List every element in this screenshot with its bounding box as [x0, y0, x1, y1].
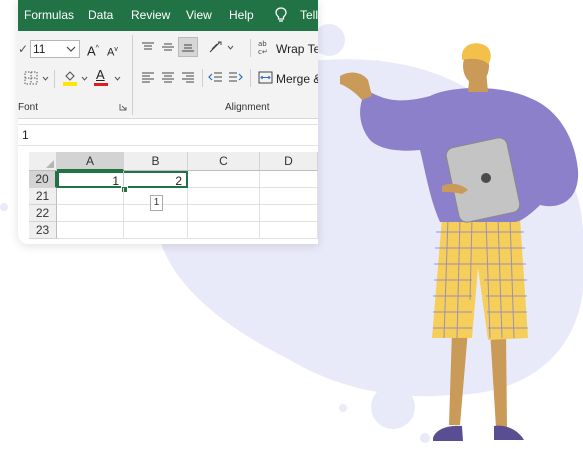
borders-icon[interactable]: [24, 71, 38, 85]
merge-center-icon[interactable]: [258, 71, 273, 84]
group-divider: [132, 35, 133, 115]
row-header-23[interactable]: 23: [29, 222, 57, 239]
cell-d23[interactable]: [260, 222, 318, 239]
align-left-icon[interactable]: [141, 71, 155, 83]
select-all-corner[interactable]: [29, 152, 57, 171]
cell-a20[interactable]: 1: [57, 171, 124, 188]
column-header-d[interactable]: D: [260, 152, 318, 171]
spreadsheet-grid: A B C D 20 21 22 23 1 2: [18, 152, 318, 244]
cell-c22[interactable]: [188, 205, 260, 222]
align-center-icon[interactable]: [161, 71, 175, 83]
row-header-21[interactable]: 21: [29, 188, 57, 205]
cell-b20[interactable]: 2: [124, 171, 188, 188]
column-header-a[interactable]: A: [57, 152, 124, 171]
bottom-align-button[interactable]: [178, 37, 198, 57]
menu-tell-me[interactable]: Tell: [300, 8, 318, 22]
lightbulb-icon[interactable]: [275, 7, 287, 23]
font-color-chevron-icon[interactable]: [114, 76, 121, 81]
cell-c21[interactable]: [188, 188, 260, 205]
shrink-font-button[interactable]: Av: [107, 43, 118, 60]
orientation-icon[interactable]: [208, 40, 224, 54]
row-header-22[interactable]: 22: [29, 205, 57, 222]
font-name-chevron[interactable]: ✓: [18, 42, 28, 56]
ribbon: ✓ 11 A^ Av A Font ab c↵ Wrap Te Merge & …: [18, 31, 318, 119]
cell-b23[interactable]: [124, 222, 188, 239]
cell-d21[interactable]: [260, 188, 318, 205]
svg-text:ab: ab: [258, 40, 267, 48]
merge-button[interactable]: Merge &: [276, 72, 318, 86]
column-header-b[interactable]: B: [124, 152, 188, 171]
cell-a22[interactable]: [57, 205, 124, 222]
bubble-small-1: [373, 60, 381, 68]
top-align-icon[interactable]: [141, 41, 155, 53]
font-dialog-launcher-icon[interactable]: [119, 103, 127, 111]
menu-review[interactable]: Review: [131, 8, 170, 22]
fill-color-chevron-icon[interactable]: [81, 76, 88, 81]
menu-formulas[interactable]: Formulas: [24, 8, 74, 22]
wrap-text-button[interactable]: Wrap Te: [276, 42, 318, 56]
font-size-select[interactable]: 11: [30, 40, 80, 58]
decrease-indent-icon[interactable]: [208, 71, 223, 83]
formula-bar[interactable]: 1: [18, 124, 318, 146]
bubble-small-2: [339, 404, 347, 412]
bubble-small-3: [420, 433, 430, 443]
font-group-label: Font: [18, 102, 39, 113]
tablet-button: [481, 173, 491, 183]
excel-window: Formulas Data Review View Help Tell ✓ 11…: [18, 0, 318, 244]
font-color-button[interactable]: A: [96, 68, 105, 82]
column-header-c[interactable]: C: [188, 152, 260, 171]
menu-bar: Formulas Data Review View Help Tell: [18, 0, 318, 31]
borders-chevron-icon[interactable]: [42, 76, 49, 81]
bottom-align-icon: [182, 44, 194, 52]
row-header-20[interactable]: 20: [29, 171, 57, 188]
right-shoe: [494, 425, 524, 440]
alignment-group-label: Alignment: [225, 102, 270, 113]
bubble-left: [0, 203, 8, 211]
fill-color-icon[interactable]: [63, 69, 77, 87]
menu-view[interactable]: View: [186, 8, 212, 22]
align-right-icon[interactable]: [181, 71, 195, 83]
ribbon-divider: [54, 70, 55, 88]
cell-a21[interactable]: [57, 188, 124, 205]
autofill-tooltip: 1: [150, 195, 163, 211]
font-color-swatch: [94, 83, 108, 86]
cell-c20[interactable]: [188, 171, 260, 188]
ribbon-divider-3: [202, 69, 203, 87]
orientation-chevron-icon[interactable]: [227, 45, 234, 50]
font-size-value: 11: [33, 42, 46, 56]
menu-data[interactable]: Data: [88, 8, 113, 22]
bubble-large: [371, 385, 415, 429]
ribbon-divider-4: [250, 69, 251, 87]
cell-d22[interactable]: [260, 205, 318, 222]
menu-help[interactable]: Help: [229, 8, 254, 22]
svg-text:c↵: c↵: [258, 48, 268, 55]
cell-d20[interactable]: [260, 171, 318, 188]
increase-indent-icon[interactable]: [228, 71, 243, 83]
chevron-down-icon: [66, 46, 76, 52]
cell-a23[interactable]: [57, 222, 124, 239]
corner-triangle-icon: [46, 160, 54, 168]
formula-bar-value: 1: [22, 128, 29, 142]
middle-align-icon[interactable]: [161, 41, 175, 53]
wrap-text-icon[interactable]: ab c↵: [258, 39, 272, 55]
cell-c23[interactable]: [188, 222, 260, 239]
left-shoe: [433, 425, 463, 441]
grow-font-button[interactable]: A^: [87, 42, 99, 58]
ribbon-divider-2: [250, 39, 251, 57]
